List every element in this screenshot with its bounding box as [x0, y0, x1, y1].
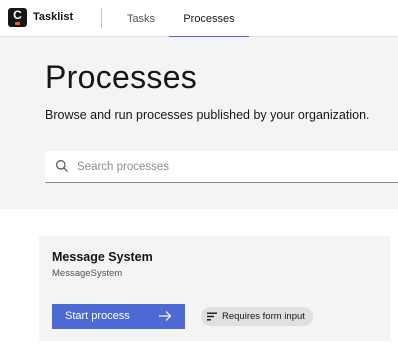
- process-card: Message System MessageSystem Start proce…: [39, 236, 390, 341]
- camunda-logo-icon: C: [8, 8, 27, 27]
- page-title: Processes: [45, 59, 198, 95]
- process-name: Message System: [52, 250, 153, 264]
- app-header: C Tasklist Tasks Processes: [0, 0, 398, 38]
- processes-hero: Processes Browse and run processes publi…: [0, 37, 398, 209]
- search-field[interactable]: [45, 151, 398, 183]
- process-id: MessageSystem: [52, 268, 123, 279]
- page-subtitle: Browse and run processes published by yo…: [45, 108, 370, 122]
- header-divider: [101, 8, 102, 28]
- text-lines-icon: [207, 312, 217, 321]
- search-input[interactable]: [77, 151, 395, 182]
- logo-accent: [15, 22, 20, 25]
- tag-label: Requires form input: [222, 311, 305, 322]
- app-name: Tasklist: [33, 11, 74, 23]
- arrow-right-icon: [159, 311, 172, 321]
- tab-processes[interactable]: Processes: [169, 0, 249, 38]
- start-process-button[interactable]: Start process: [52, 304, 185, 329]
- search-icon: [56, 160, 68, 172]
- start-process-label: Start process: [65, 310, 130, 322]
- tab-tasks[interactable]: Tasks: [113, 0, 169, 37]
- requires-form-input-tag: Requires form input: [201, 307, 313, 326]
